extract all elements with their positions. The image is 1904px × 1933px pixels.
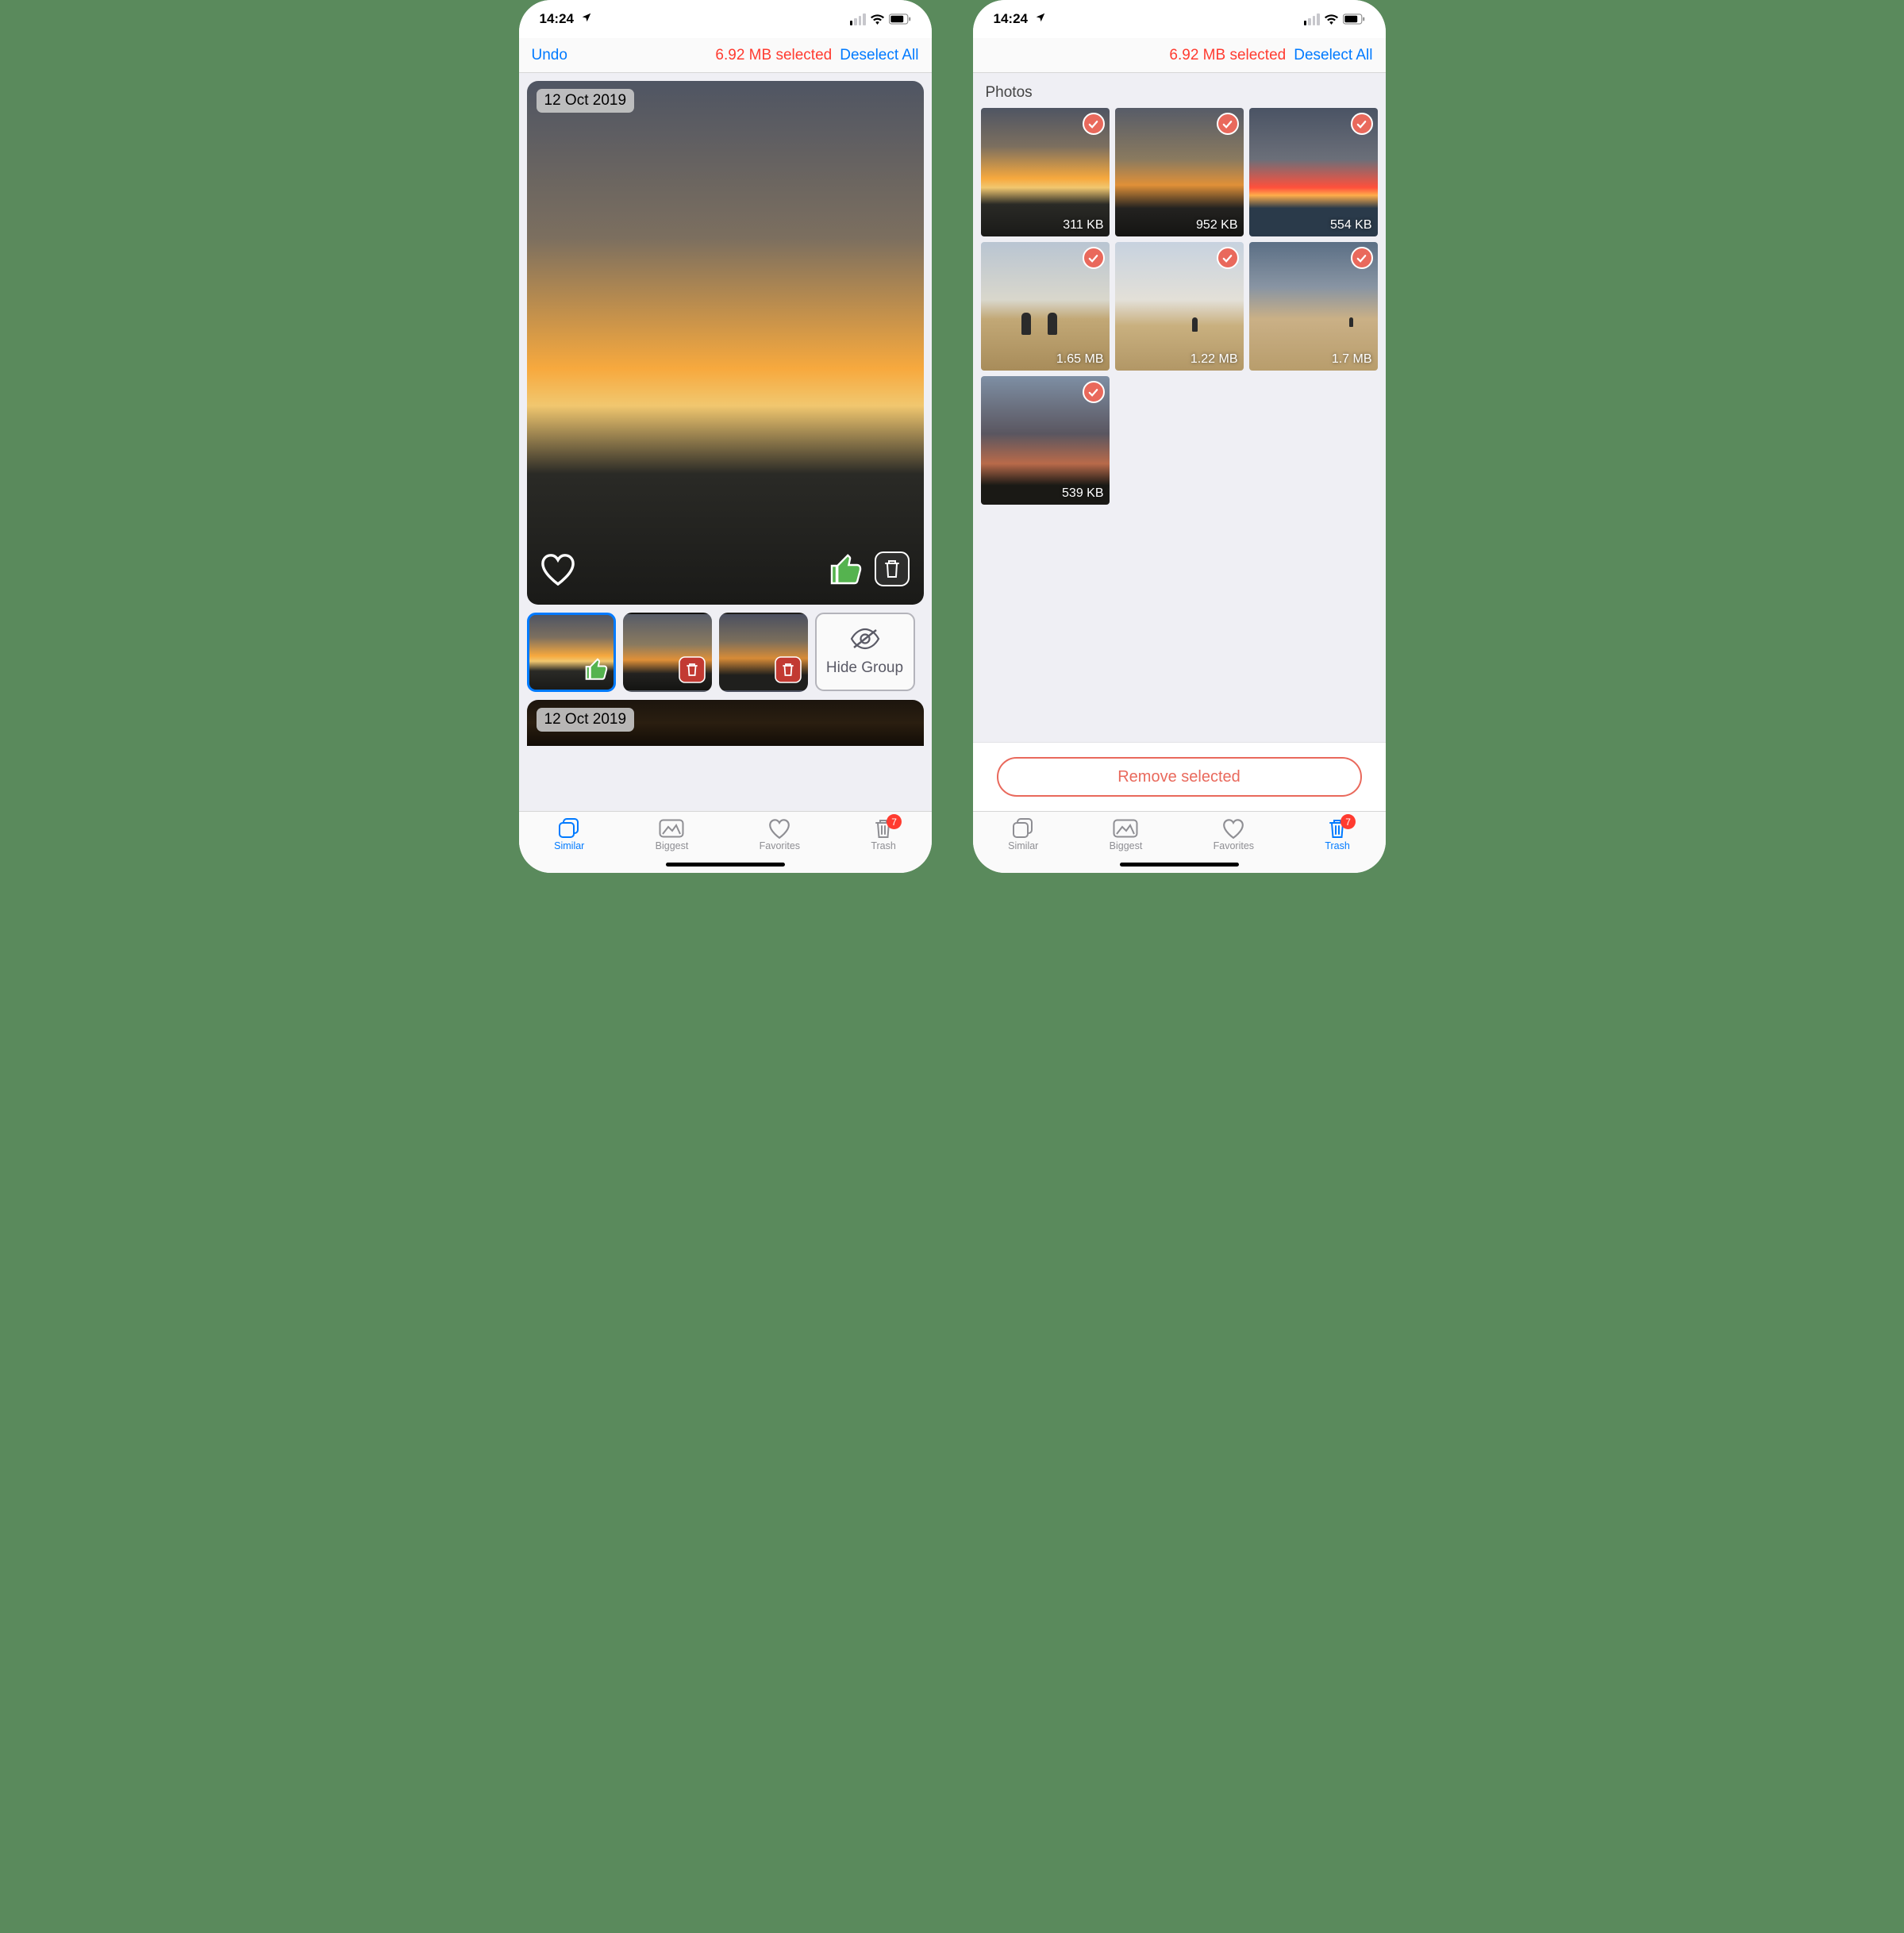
photo-date: 12 Oct 2019 — [537, 89, 635, 113]
trash-badge: 7 — [1340, 814, 1356, 829]
remove-bar: Remove selected — [973, 742, 1386, 811]
wifi-icon — [870, 13, 885, 25]
check-icon[interactable] — [1083, 247, 1105, 269]
trash-item[interactable]: 554 KB — [1249, 108, 1378, 236]
tab-label: Trash — [1325, 840, 1350, 851]
remove-selected-button[interactable]: Remove selected — [997, 757, 1362, 797]
nav-bar: 6.92 MB selected Deselect All — [973, 38, 1386, 73]
hide-group-button[interactable]: Hide Group — [815, 613, 915, 691]
deselect-all-button[interactable]: Deselect All — [1294, 47, 1372, 64]
battery-icon — [889, 13, 911, 25]
photo-large-next[interactable]: 12 Oct 2019 — [527, 700, 924, 746]
trash-item[interactable]: 1.7 MB — [1249, 242, 1378, 371]
tab-label: Similar — [554, 840, 584, 851]
check-icon[interactable] — [1351, 247, 1373, 269]
trash-item[interactable]: 1.22 MB — [1115, 242, 1244, 371]
trash-item[interactable]: 539 KB — [981, 376, 1110, 505]
biggest-icon — [659, 817, 684, 840]
file-size: 1.65 MB — [1056, 352, 1104, 367]
status-time: 14:24 — [540, 11, 592, 27]
trash-icon — [679, 656, 706, 687]
nav-bar: Undo 6.92 MB selected Deselect All — [519, 38, 932, 73]
trash-item[interactable]: 952 KB — [1115, 108, 1244, 236]
selected-size: 6.92 MB selected — [994, 47, 1287, 64]
heart-icon[interactable] — [540, 552, 576, 590]
thumbs-up-icon[interactable] — [825, 550, 864, 592]
status-time: 14:24 — [994, 11, 1046, 27]
trash-item[interactable]: 1.65 MB — [981, 242, 1110, 371]
selected-size: 6.92 MB selected — [575, 47, 832, 64]
check-icon[interactable] — [1351, 113, 1373, 135]
trash-icon[interactable] — [873, 550, 911, 592]
file-size: 311 KB — [1063, 218, 1103, 232]
file-size: 554 KB — [1330, 218, 1371, 232]
hide-group-label: Hide Group — [826, 659, 903, 677]
heart-icon — [767, 817, 791, 840]
trash-icon: 7 — [873, 817, 894, 840]
trash-icon — [775, 656, 802, 687]
tab-bar: Similar Biggest Favorites 7 Trash — [973, 811, 1386, 873]
signal-icon — [850, 13, 866, 25]
undo-button[interactable]: Undo — [532, 47, 567, 64]
screen-trash: 14:24 6.92 MB selected Deselect A — [973, 0, 1386, 873]
file-size: 1.22 MB — [1190, 352, 1238, 367]
tab-label: Biggest — [1110, 840, 1143, 851]
signal-icon — [1304, 13, 1320, 25]
file-size: 1.7 MB — [1332, 352, 1372, 367]
eye-slash-icon — [849, 628, 881, 655]
thumb-3[interactable] — [719, 613, 808, 692]
file-size: 952 KB — [1196, 218, 1237, 232]
tab-similar[interactable]: Similar — [1008, 817, 1038, 873]
tab-trash[interactable]: 7 Trash — [871, 817, 896, 873]
photo-large[interactable]: 12 Oct 2019 — [527, 81, 924, 605]
check-icon[interactable] — [1217, 247, 1239, 269]
tab-bar: Similar Biggest Favorites 7 Trash — [519, 811, 932, 873]
thumb-2[interactable] — [623, 613, 712, 692]
similar-icon — [1011, 817, 1035, 840]
trash-grid: 311 KB 952 KB 554 KB 1.65 MB — [973, 108, 1386, 505]
screen-similar: 14:24 Undo 6.92 MB selected Desele — [519, 0, 932, 873]
status-bar: 14:24 — [973, 0, 1386, 38]
wifi-icon — [1324, 13, 1339, 25]
section-title: Photos — [973, 73, 1386, 108]
tab-label: Favorites — [1214, 840, 1254, 851]
trash-icon: 7 — [1327, 817, 1348, 840]
deselect-all-button[interactable]: Deselect All — [840, 47, 918, 64]
group-thumbs: Hide Group — [527, 613, 924, 692]
home-indicator[interactable] — [1120, 863, 1239, 867]
tab-label: Trash — [871, 840, 896, 851]
tab-trash[interactable]: 7 Trash — [1325, 817, 1350, 873]
trash-item[interactable]: 311 KB — [981, 108, 1110, 236]
home-indicator[interactable] — [666, 863, 785, 867]
file-size: 539 KB — [1062, 486, 1103, 501]
tab-label: Similar — [1008, 840, 1038, 851]
heart-icon — [1221, 817, 1245, 840]
location-icon — [581, 11, 592, 26]
tab-similar[interactable]: Similar — [554, 817, 584, 873]
check-icon[interactable] — [1083, 381, 1105, 403]
check-icon[interactable] — [1083, 113, 1105, 135]
tab-label: Favorites — [760, 840, 800, 851]
status-bar: 14:24 — [519, 0, 932, 38]
battery-icon — [1343, 13, 1365, 25]
biggest-icon — [1113, 817, 1138, 840]
thumb-1[interactable] — [527, 613, 616, 692]
tab-label: Biggest — [656, 840, 689, 851]
check-icon[interactable] — [1217, 113, 1239, 135]
trash-badge: 7 — [887, 814, 902, 829]
location-icon — [1035, 11, 1046, 26]
thumbs-up-icon — [582, 655, 609, 686]
similar-icon — [557, 817, 581, 840]
photo-date: 12 Oct 2019 — [537, 708, 635, 732]
